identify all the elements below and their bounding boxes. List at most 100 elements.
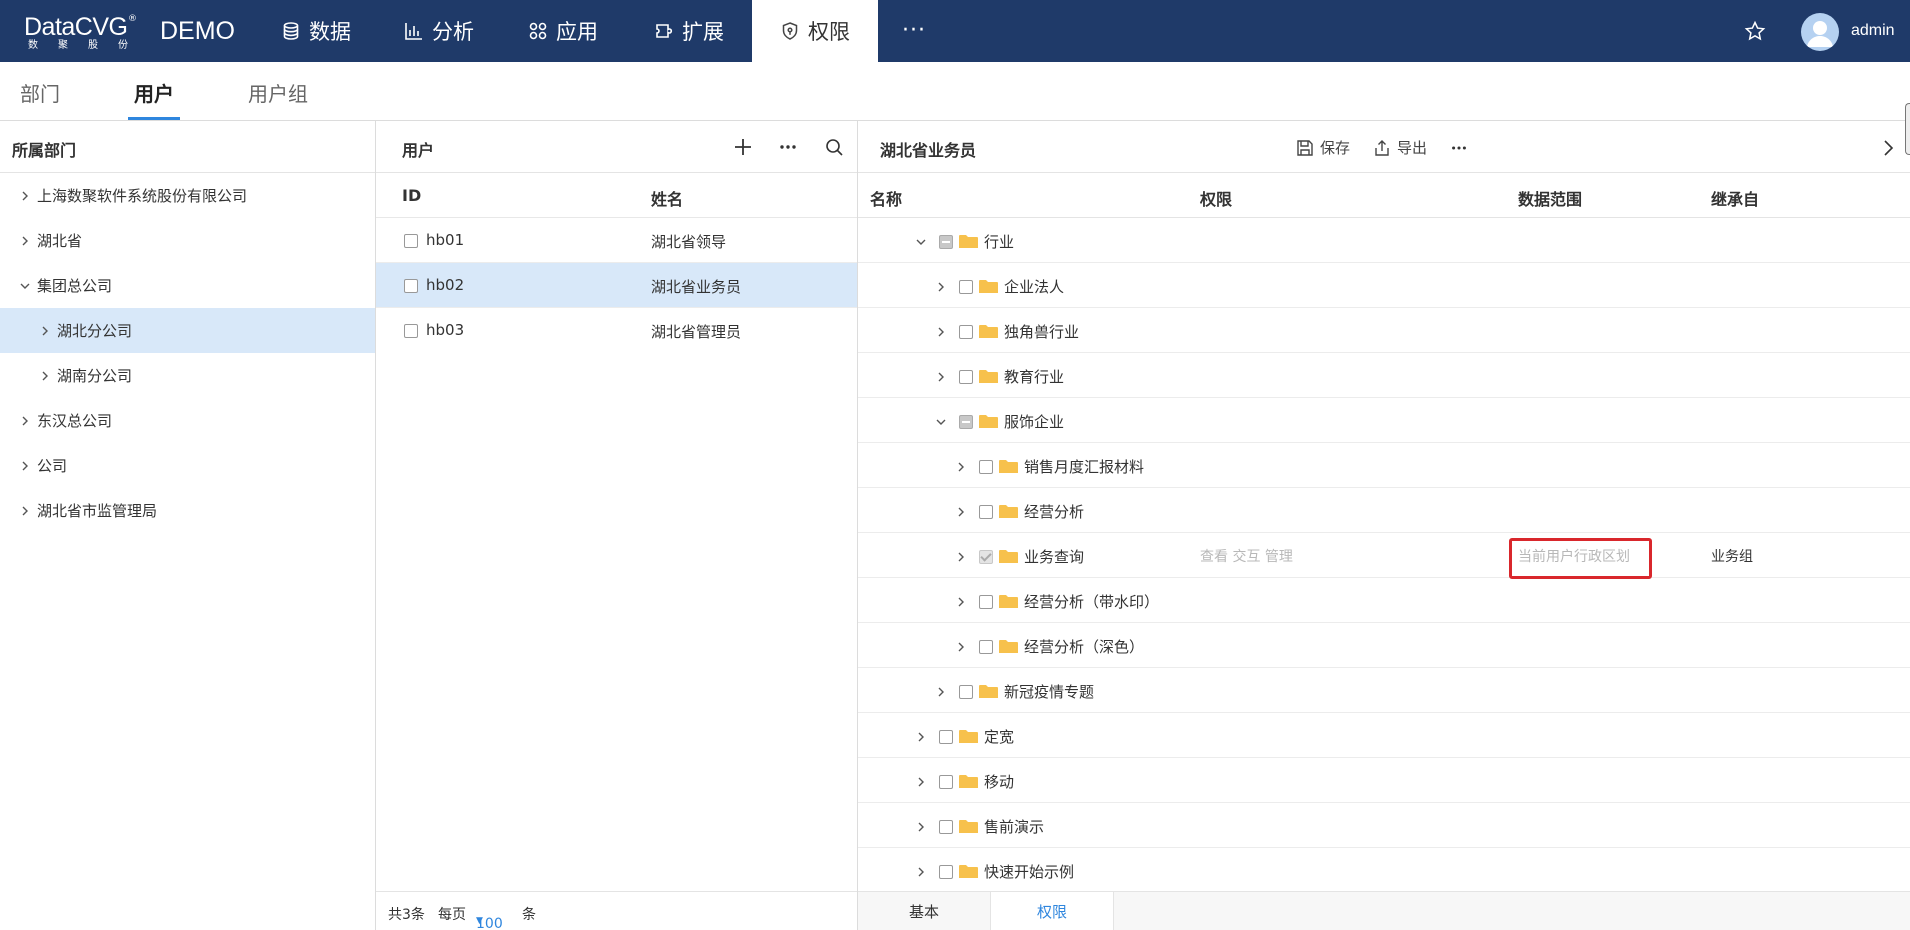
user-name: 湖北省业务员	[651, 278, 742, 296]
department-item[interactable]: 集团总公司	[0, 263, 375, 308]
column-header-id[interactable]: ID	[402, 186, 421, 205]
nav-item-extensions[interactable]: 扩展	[654, 0, 724, 62]
chevron-right-icon[interactable]	[40, 326, 50, 336]
tree-row[interactable]: 经营分析（深色）	[858, 623, 1910, 668]
tree-row[interactable]: 售前演示	[858, 803, 1910, 848]
chevron-right-icon[interactable]	[20, 506, 30, 516]
side-drawer-handle[interactable]	[1905, 103, 1910, 155]
tab-permissions[interactable]: 权限	[990, 892, 1114, 930]
chevron-right-icon[interactable]	[916, 867, 926, 877]
star-icon[interactable]	[1744, 20, 1766, 42]
chevron-right-icon[interactable]	[916, 822, 926, 832]
tree-row[interactable]: 快速开始示例	[858, 848, 1910, 891]
table-row[interactable]: hb01 湖北省领导	[376, 218, 857, 263]
column-header-data-scope[interactable]: 数据范围	[1518, 186, 1582, 210]
chevron-right-icon[interactable]	[936, 687, 946, 697]
tree-checkbox[interactable]	[939, 819, 953, 834]
logo[interactable]: DataCVG ® 数 聚 股 份	[24, 14, 137, 52]
row-checkbox[interactable]	[404, 278, 418, 293]
tree-checkbox[interactable]	[979, 504, 993, 519]
nav-more-button[interactable]: ···	[902, 18, 926, 43]
tree-checkbox[interactable]	[979, 594, 993, 609]
tree-row[interactable]: 经营分析	[858, 488, 1910, 533]
row-checkbox[interactable]	[404, 323, 418, 338]
chevron-right-icon[interactable]	[916, 777, 926, 787]
tab-basic[interactable]: 基本	[858, 892, 990, 930]
users-table-header: ID 姓名	[376, 173, 857, 218]
add-icon[interactable]	[733, 137, 753, 157]
column-header-name[interactable]: 名称	[870, 186, 902, 210]
tree-row[interactable]: 教育行业	[858, 353, 1910, 398]
nav-item-permissions[interactable]: 权限	[752, 0, 878, 62]
tree-row[interactable]: 移动	[858, 758, 1910, 803]
folder-icon	[999, 594, 1018, 609]
chevron-down-icon[interactable]	[936, 417, 946, 427]
department-item[interactable]: 湖北省市监管理局	[0, 488, 375, 533]
department-item[interactable]: 东汉总公司	[0, 398, 375, 443]
tree-checkbox[interactable]	[959, 369, 973, 384]
tree-checkbox[interactable]	[959, 279, 973, 294]
tree-row[interactable]: 服饰企业	[858, 398, 1910, 443]
column-header-permission[interactable]: 权限	[1200, 186, 1232, 210]
tree-row[interactable]: 新冠疫情专题	[858, 668, 1910, 713]
department-item[interactable]: 公司	[0, 443, 375, 488]
tree-row[interactable]: 经营分析（带水印）	[858, 578, 1910, 623]
chevron-right-icon[interactable]	[956, 462, 966, 472]
department-item[interactable]: 上海数聚软件系统股份有限公司	[0, 173, 375, 218]
avatar[interactable]	[1801, 13, 1839, 51]
chevron-right-icon[interactable]	[956, 597, 966, 607]
chevron-right-icon[interactable]	[20, 191, 30, 201]
chevron-right-icon[interactable]	[936, 372, 946, 382]
department-item-selected[interactable]: 湖北分公司	[0, 308, 375, 353]
table-row-selected[interactable]: hb02 湖北省业务员	[376, 263, 857, 308]
chevron-right-icon[interactable]	[1880, 139, 1896, 157]
tree-checkbox[interactable]	[939, 234, 953, 249]
tree-row[interactable]: 销售月度汇报材料	[858, 443, 1910, 488]
department-item[interactable]: 湖南分公司	[0, 353, 375, 398]
search-icon[interactable]	[824, 137, 844, 157]
chevron-down-icon[interactable]	[20, 281, 30, 291]
chevron-right-icon[interactable]	[956, 507, 966, 517]
nav-item-analysis[interactable]: 分析	[404, 0, 474, 62]
chevron-down-icon[interactable]	[916, 237, 926, 247]
tree-checkbox[interactable]	[979, 549, 993, 564]
tab-users[interactable]: 用户	[134, 78, 174, 107]
tree-row[interactable]: 定宽	[858, 713, 1910, 758]
user-id: hb02	[426, 276, 465, 294]
tree-checkbox[interactable]	[939, 774, 953, 789]
more-icon[interactable]	[1450, 139, 1468, 157]
chevron-right-icon[interactable]	[936, 282, 946, 292]
department-item[interactable]: 湖北省	[0, 218, 375, 263]
chevron-right-icon[interactable]	[40, 371, 50, 381]
tree-row[interactable]: 行业	[858, 218, 1910, 263]
tab-departments[interactable]: 部门	[20, 78, 60, 107]
nav-item-data[interactable]: 数据	[281, 0, 351, 62]
tree-row[interactable]: 业务查询 查看 交互 管理 当前用户行政区划 业务组	[858, 533, 1910, 578]
tree-checkbox[interactable]	[959, 414, 973, 429]
tree-checkbox[interactable]	[979, 459, 993, 474]
export-button[interactable]: 导出	[1373, 137, 1427, 158]
tree-checkbox[interactable]	[959, 684, 973, 699]
more-icon[interactable]	[778, 137, 798, 157]
column-header-inherited-from[interactable]: 继承自	[1711, 186, 1759, 210]
table-row[interactable]: hb03 湖北省管理员	[376, 308, 857, 353]
chevron-right-icon[interactable]	[916, 732, 926, 742]
nav-item-apps[interactable]: 应用	[528, 0, 598, 62]
row-checkbox[interactable]	[404, 233, 418, 248]
tree-checkbox[interactable]	[939, 864, 953, 879]
tab-user-groups[interactable]: 用户组	[248, 78, 308, 107]
chevron-right-icon[interactable]	[20, 416, 30, 426]
tree-checkbox[interactable]	[959, 324, 973, 339]
tree-checkbox[interactable]	[939, 729, 953, 744]
chevron-right-icon[interactable]	[956, 552, 966, 562]
chevron-right-icon[interactable]	[20, 236, 30, 246]
chevron-right-icon[interactable]	[20, 461, 30, 471]
tree-row[interactable]: 独角兽行业	[858, 308, 1910, 353]
tree-checkbox[interactable]	[979, 639, 993, 654]
column-header-name[interactable]: 姓名	[651, 186, 683, 210]
tree-row[interactable]: 企业法人	[858, 263, 1910, 308]
username[interactable]: admin	[1851, 22, 1895, 40]
save-button[interactable]: 保存	[1296, 137, 1350, 158]
chevron-right-icon[interactable]	[956, 642, 966, 652]
chevron-right-icon[interactable]	[936, 327, 946, 337]
